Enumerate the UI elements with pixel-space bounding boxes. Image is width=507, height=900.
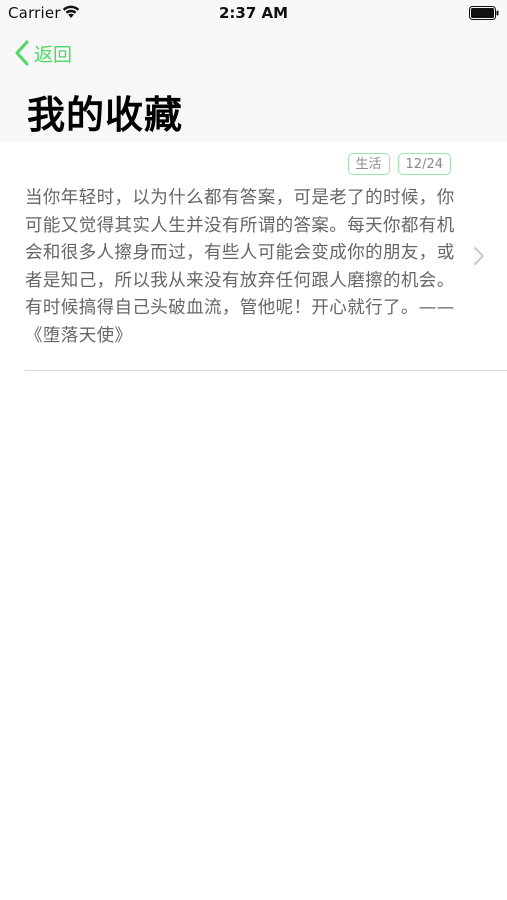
battery-icon xyxy=(469,6,499,20)
page-title: 我的收藏 xyxy=(27,93,184,137)
back-button-label: 返回 xyxy=(34,43,73,66)
chevron-left-icon xyxy=(15,40,29,66)
favorites-list: 生活 12/24 当你年轻时，以为什么都有答案，可是老了的时候，你可能又觉得其实… xyxy=(0,142,507,371)
tag-row: 生活 12/24 xyxy=(347,153,451,175)
back-button[interactable]: 返回 xyxy=(14,38,72,68)
row-divider xyxy=(25,370,507,371)
quote-text: 当你年轻时，以为什么都有答案，可是老了的时候，你可能又觉得其实人生并没有所谓的答… xyxy=(25,188,455,346)
date-tag: 12/24 xyxy=(397,153,451,175)
favorite-item[interactable]: 生活 12/24 当你年轻时，以为什么都有答案，可是老了的时候，你可能又觉得其实… xyxy=(0,142,507,371)
category-tag: 生活 xyxy=(347,153,390,175)
navigation-bar: 返回 我的收藏 xyxy=(0,28,507,142)
status-bar: Carrier 2:37 AM xyxy=(0,0,507,28)
chevron-right-icon xyxy=(474,247,484,265)
status-time: 2:37 AM xyxy=(218,4,289,22)
